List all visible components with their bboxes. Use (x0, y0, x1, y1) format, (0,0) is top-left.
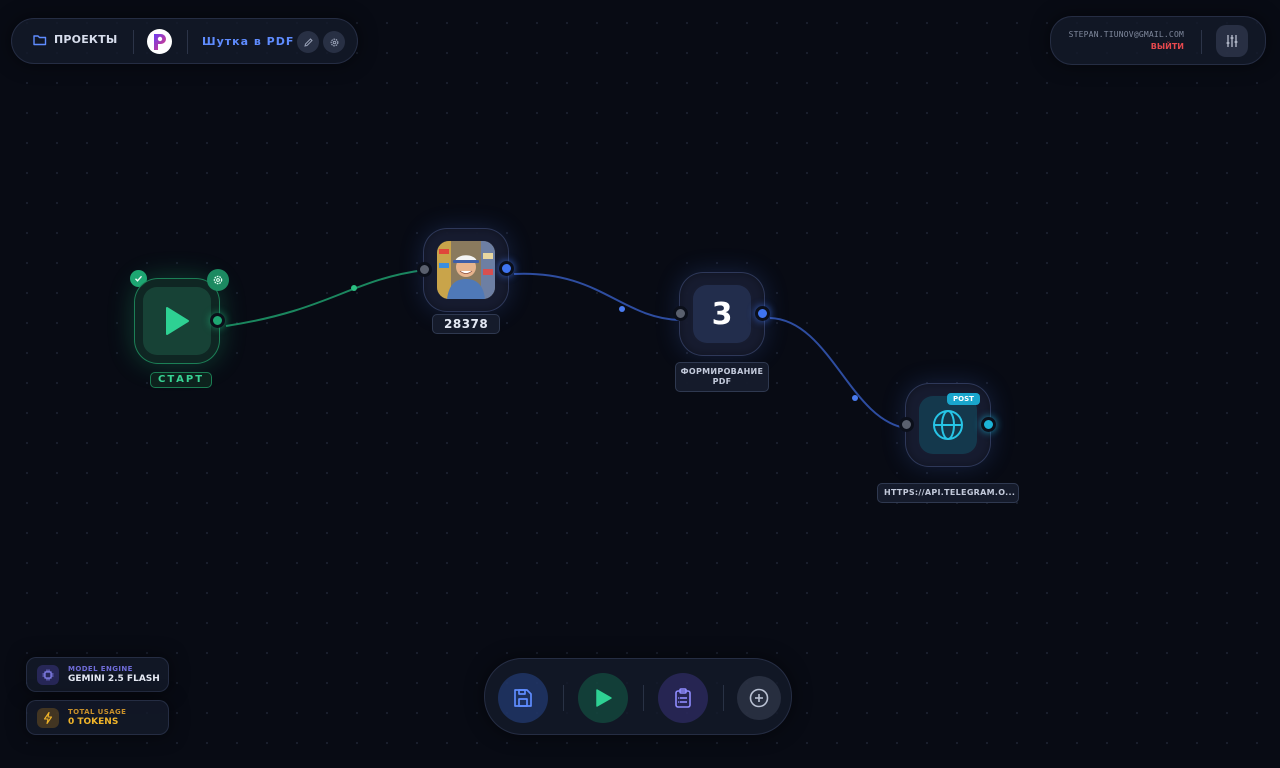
add-node-button[interactable] (737, 676, 781, 720)
logs-button[interactable] (658, 673, 708, 723)
gear-icon (330, 38, 338, 46)
logout-button[interactable]: ВЫЙТИ (1151, 42, 1184, 51)
edge-midpoint (852, 395, 858, 401)
divider (643, 685, 644, 711)
start-node-label: СТАРТ (150, 372, 213, 388)
folder-icon (33, 34, 47, 45)
bottom-toolbar (484, 658, 792, 735)
edge-start-image (225, 269, 425, 327)
project-title[interactable]: Шутка в PDF (202, 35, 294, 48)
edge-midpoint (619, 306, 625, 312)
run-button[interactable] (578, 673, 628, 723)
app-logo (147, 29, 172, 54)
http-method-badge: POST (947, 393, 980, 405)
format-node-label: ФОРМИРОВАНИЕ PDF (675, 362, 769, 392)
clipboard-icon (675, 688, 691, 708)
settings-button[interactable] (1216, 25, 1248, 57)
format-node-body: 3 (693, 285, 751, 343)
divider (1201, 30, 1202, 54)
edge-midpoint (351, 285, 357, 291)
edge-format-http (769, 317, 907, 429)
rename-project-button[interactable] (297, 31, 319, 53)
image-output-port[interactable] (499, 261, 514, 276)
format-pdf-node[interactable]: 3 (679, 272, 765, 356)
usage-caption: TOTAL USAGE (68, 708, 127, 716)
save-button[interactable] (498, 673, 548, 723)
format-node-value: 3 (711, 296, 733, 332)
plus-circle-icon (749, 688, 769, 708)
user-panel: STEPAN.TIUNOV@GMAIL.COM ВЫЙТИ (1050, 16, 1266, 65)
image-thumbnail (437, 241, 495, 299)
http-node-label: HTTPS://API.TELEGRAM.O... (877, 483, 1019, 503)
projects-button[interactable]: ПРОЕКТЫ (33, 33, 117, 46)
model-engine-caption: MODEL ENGINE (68, 665, 133, 673)
divider (133, 30, 134, 54)
divider (563, 685, 564, 711)
chip-icon (37, 665, 59, 685)
node-settings-button[interactable] (207, 269, 229, 291)
http-output-port[interactable] (981, 417, 996, 432)
image-node[interactable] (423, 228, 509, 312)
play-icon (596, 689, 612, 707)
edge-image-format (513, 272, 681, 321)
globe-icon (933, 410, 963, 440)
usage-card: TOTAL USAGE 0 TOKENS (26, 700, 169, 735)
start-node-body (143, 287, 211, 355)
image-input-port[interactable] (417, 262, 432, 277)
start-output-port[interactable] (210, 313, 225, 328)
model-engine-value: GEMINI 2.5 FLASH (68, 674, 160, 684)
play-icon (166, 307, 189, 335)
model-engine-card: MODEL ENGINE GEMINI 2.5 FLASH (26, 657, 169, 692)
usage-value: 0 TOKENS (68, 717, 119, 727)
sliders-icon (1226, 35, 1238, 47)
save-icon (514, 689, 532, 707)
divider (723, 685, 724, 711)
image-node-label: 28378 (432, 314, 501, 334)
format-output-port[interactable] (755, 306, 770, 321)
project-toolbar: ПРОЕКТЫ Шутка в PDF (11, 18, 358, 64)
user-email: STEPAN.TIUNOV@GMAIL.COM (1068, 30, 1184, 39)
project-settings-button[interactable] (323, 31, 345, 53)
format-input-port[interactable] (673, 306, 688, 321)
projects-label: ПРОЕКТЫ (54, 33, 118, 46)
pencil-icon (303, 37, 313, 47)
start-node[interactable] (134, 278, 220, 364)
divider (187, 30, 188, 54)
lightning-icon (37, 708, 59, 728)
gear-icon (213, 275, 223, 285)
http-input-port[interactable] (899, 417, 914, 432)
